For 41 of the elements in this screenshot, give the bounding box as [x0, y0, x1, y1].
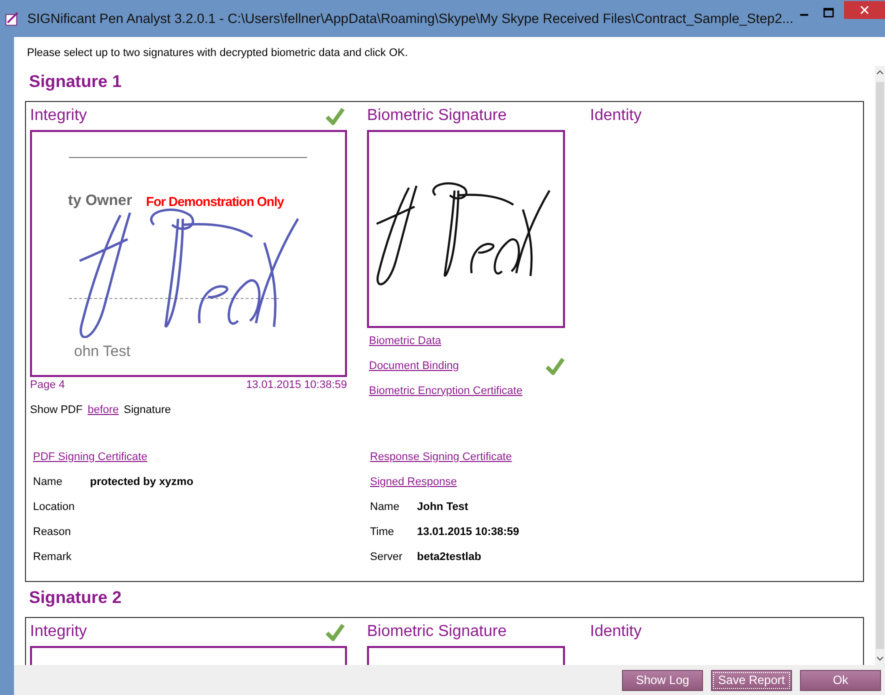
field-label: Server	[370, 550, 404, 562]
field-label: Reason	[33, 526, 72, 538]
response-link[interactable]: Response Signing Certificate	[370, 444, 512, 469]
field-value: 13.01.2015 10:38:59	[417, 526, 520, 538]
close-icon[interactable]	[844, 0, 885, 20]
field-label: Remark	[33, 550, 73, 562]
scrollbar[interactable]	[875, 66, 885, 665]
biometric-link[interactable]: Document Binding	[369, 360, 459, 372]
integrity-heading: Integrity	[30, 107, 87, 125]
signature-label: Signature	[124, 404, 171, 416]
signature-heading: Signature 1	[29, 72, 123, 92]
identity-heading: Identity	[590, 623, 642, 641]
biometric-link[interactable]: Biometric Data	[369, 334, 442, 346]
field-label: Location	[33, 500, 76, 512]
response-link[interactable]: Signed Response	[370, 469, 457, 494]
window-title: SIGNificant Pen Analyst 3.2.0.1 - C:\Users\fellner\AppData\Roaming\Skype\My Skype Received Files\Contract_Sample_Step2...	[27, 11, 794, 26]
certificate-link[interactable]: PDF Signing Certificate	[33, 444, 148, 469]
biometric-link[interactable]: Biometric Encryption Certificate	[369, 384, 522, 396]
app-icon	[5, 10, 20, 26]
document-text: ohn Test	[74, 343, 130, 360]
biometric-heading: Biometric Signature	[367, 107, 507, 125]
dialog-button[interactable]: Show Log	[622, 670, 703, 690]
watermark-text: For Demonstration Only	[146, 194, 284, 209]
integrity-heading: Integrity	[30, 623, 87, 641]
page-label: Page 4	[30, 379, 65, 391]
field-value: beta2testlab	[417, 550, 482, 562]
field-label: Name	[33, 476, 64, 488]
dialog-button[interactable]: Save Report	[711, 670, 792, 690]
dialog-button[interactable]: Ok	[800, 670, 881, 690]
field-label: Time	[370, 526, 396, 538]
field-value: protected by xyzmo	[90, 476, 194, 488]
instruction-text: Please select up to two signatures with decrypted biometric data and click OK.	[26, 46, 409, 61]
field-label: Name	[370, 500, 400, 512]
before-link[interactable]: before	[88, 404, 119, 416]
timestamp-label: 13.01.2015 10:38:59	[246, 379, 347, 391]
biometric-heading: Biometric Signature	[367, 623, 507, 641]
show-pdf-label: Show PDF	[30, 404, 83, 416]
field-value: John Test	[417, 500, 468, 512]
identity-heading: Identity	[590, 107, 642, 125]
signature-heading: Signature 2	[29, 588, 123, 608]
document-text: ty Owner	[68, 192, 132, 209]
